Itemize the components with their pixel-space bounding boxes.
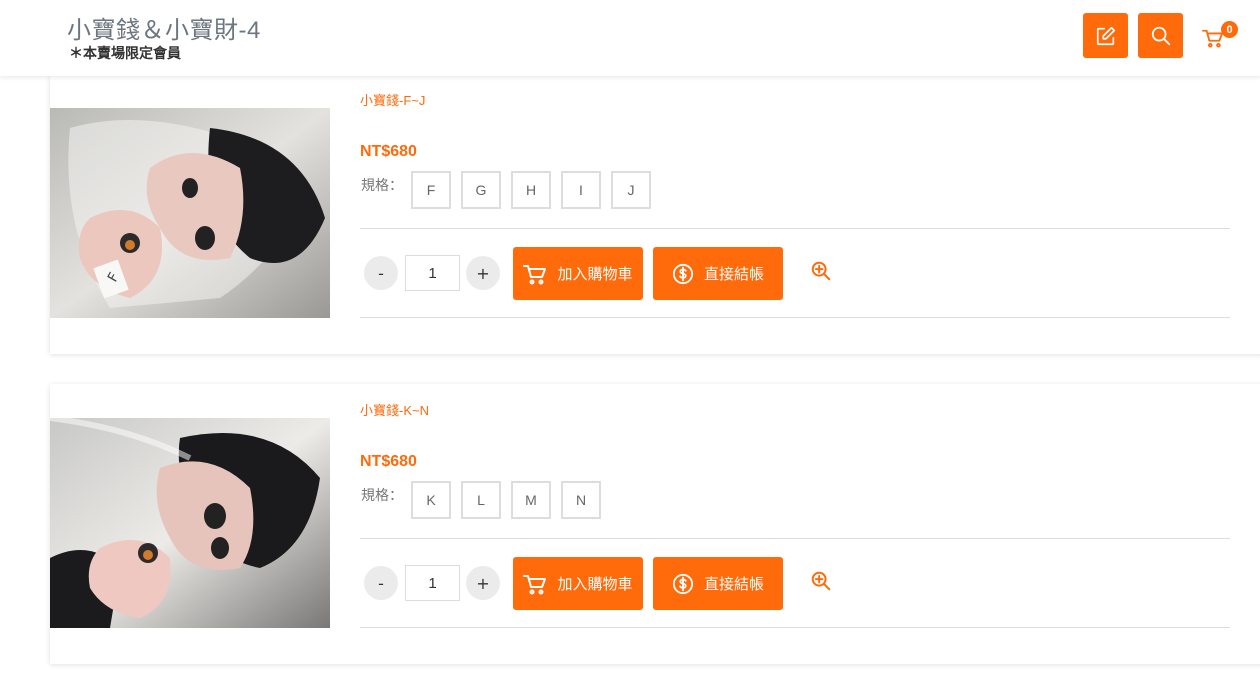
spec-label: 規格： (361, 488, 403, 504)
cart-button[interactable]: 0 (1202, 21, 1238, 48)
search-button[interactable] (1138, 13, 1183, 58)
checkout-button[interactable]: 直接結帳 (653, 247, 783, 300)
product-price: NT$680 (360, 453, 417, 470)
add-to-cart-button[interactable]: 加入購物車 (513, 557, 643, 610)
cart-icon (523, 264, 547, 284)
zoom-in-icon (811, 571, 831, 591)
product-photo[interactable]: F (50, 108, 330, 318)
edit-icon (1096, 26, 1115, 45)
search-icon (1151, 26, 1170, 45)
add-to-cart-label: 加入購物車 (557, 265, 633, 283)
increase-quantity-button[interactable]: + (466, 256, 500, 290)
product-card: 小寶錢-K~N NT$680 規格： K L M N - + 加入購物車 直接結… (50, 384, 1260, 664)
spec-option[interactable]: L (461, 481, 501, 519)
product-name[interactable]: 小寶錢-F~J (360, 90, 425, 109)
site-header: 小寶錢＆小寶財-4 ＊本賣場限定會員 0 (0, 0, 1260, 76)
product-card: F 小寶錢-F~J NT$680 規格： F G H I J - + 加入購物車… (50, 74, 1260, 354)
checkout-button[interactable]: 直接結帳 (653, 557, 783, 610)
dollar-icon (672, 263, 694, 284)
zoom-in-icon (811, 261, 831, 281)
spec-option[interactable]: G (461, 171, 501, 209)
checkout-label: 直接結帳 (703, 575, 764, 593)
spec-label: 規格： (361, 178, 403, 194)
product-photo[interactable] (50, 418, 330, 628)
zoom-button[interactable] (810, 260, 834, 284)
add-to-cart-label: 加入購物車 (557, 575, 633, 593)
quantity-input[interactable] (405, 565, 460, 601)
spec-option[interactable]: F (411, 171, 451, 209)
page-subtitle: ＊本賣場限定會員 (69, 46, 181, 62)
decrease-quantity-button[interactable]: - (364, 566, 398, 600)
spec-option[interactable]: I (561, 171, 601, 209)
spec-options: F G H I J (411, 171, 651, 209)
divider (360, 627, 1230, 628)
divider (360, 228, 1230, 229)
increase-quantity-button[interactable]: + (466, 566, 500, 600)
page-title: 小寶錢＆小寶財-4 (67, 17, 261, 44)
dollar-icon (672, 573, 694, 594)
cart-icon (523, 574, 547, 594)
spec-option[interactable]: J (611, 171, 651, 209)
divider (360, 317, 1230, 318)
product-price: NT$680 (360, 143, 417, 160)
checkout-label: 直接結帳 (703, 265, 764, 283)
spec-options: K L M N (411, 481, 601, 519)
divider (360, 538, 1230, 539)
decrease-quantity-button[interactable]: - (364, 256, 398, 290)
spec-option[interactable]: K (411, 481, 451, 519)
zoom-button[interactable] (810, 570, 834, 594)
edit-button[interactable] (1083, 13, 1128, 58)
add-to-cart-button[interactable]: 加入購物車 (513, 247, 643, 300)
product-name[interactable]: 小寶錢-K~N (360, 400, 429, 419)
cart-count-badge: 0 (1221, 21, 1238, 38)
spec-option[interactable]: M (511, 481, 551, 519)
spec-option[interactable]: H (511, 171, 551, 209)
quantity-input[interactable] (405, 255, 460, 291)
spec-option[interactable]: N (561, 481, 601, 519)
